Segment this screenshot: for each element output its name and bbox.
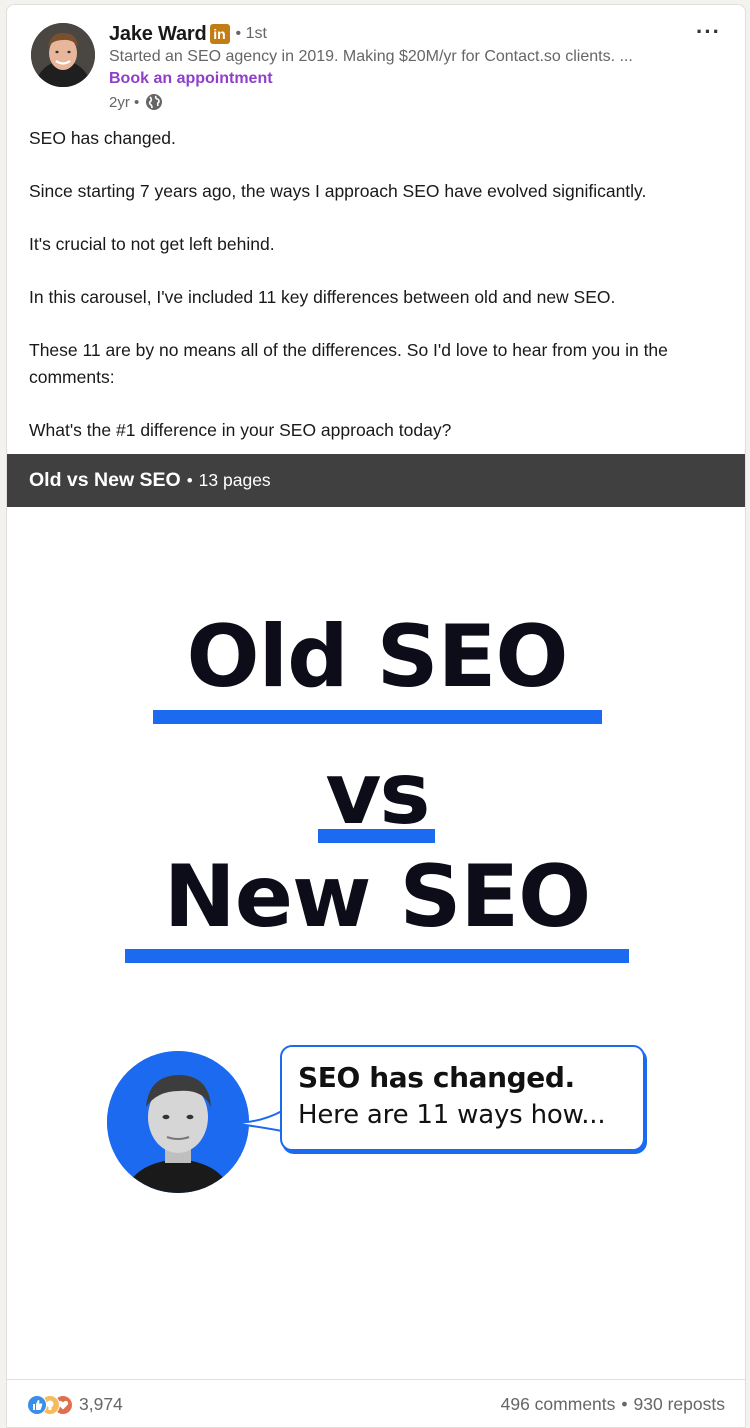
speech-bubble: SEO has changed. Here are 11 ways how...	[280, 1045, 645, 1151]
post-paragraph: SEO has changed.	[29, 128, 176, 148]
social-counts-bar: 3,974 496 comments • 930 reposts	[7, 1379, 745, 1427]
reposts-count-link[interactable]: 930 reposts	[634, 1394, 725, 1415]
globe-icon	[145, 93, 163, 111]
reaction-icons	[27, 1394, 75, 1415]
post-paragraph: What's the #1 difference in your SEO app…	[29, 419, 452, 440]
like-reaction-icon	[27, 1394, 47, 1415]
more-options-icon[interactable]: ···	[696, 19, 721, 45]
post-paragraph: These 11 are by no means all of the diff…	[29, 340, 668, 387]
author-avatar[interactable]	[31, 23, 95, 87]
author-name-row: Jake Ward in • 1st	[109, 21, 267, 47]
post-time: 2yr •	[109, 93, 140, 111]
slide-heading-old: Old SEO	[186, 607, 569, 707]
feed-post-card: Jake Ward in • 1st Started an SEO agency…	[6, 4, 746, 1428]
slide-author-photo	[107, 1051, 249, 1193]
slide-speaker-callout: SEO has changed. Here are 11 ways how...	[7, 1027, 745, 1207]
post-meta: 2yr •	[109, 93, 163, 111]
post-paragraph: It's crucial to not get left behind.	[29, 234, 275, 254]
post-paragraph: In this carousel, I've included 11 key d…	[29, 287, 616, 307]
bubble-subtitle: Here are 11 ways how...	[298, 1100, 606, 1130]
post-body: SEO has changed. Since starting 7 years …	[29, 125, 729, 443]
reactions-summary[interactable]: 3,974	[27, 1394, 123, 1415]
stats-separator: •	[621, 1394, 628, 1414]
document-separator: •	[186, 470, 193, 490]
document-header[interactable]: Old vs New SEO • 13 pages	[7, 454, 745, 507]
slide-underline-vs	[318, 829, 435, 843]
engagement-stats: 496 comments • 930 reposts	[501, 1394, 725, 1415]
reaction-count: 3,974	[79, 1394, 123, 1414]
author-headline: Started an SEO agency in 2019. Making $2…	[109, 48, 633, 65]
slide-underline-old	[153, 710, 602, 724]
bubble-title: SEO has changed.	[298, 1061, 575, 1094]
document-title: Old vs New SEO	[29, 469, 181, 491]
author-name[interactable]: Jake Ward	[109, 23, 207, 46]
carousel-slide[interactable]: Old SEO vs New SEO SEO has changed. Here…	[7, 507, 745, 1379]
post-paragraph: Since starting 7 years ago, the ways I a…	[29, 181, 647, 201]
connection-degree: • 1st	[235, 25, 267, 42]
linkedin-premium-icon: in	[209, 24, 230, 44]
document-page-count: 13 pages	[198, 470, 271, 490]
comments-count-link[interactable]: 496 comments	[501, 1394, 616, 1415]
book-appointment-link[interactable]: Book an appointment	[109, 70, 273, 88]
slide-underline-new	[125, 949, 629, 963]
slide-heading-new: New SEO	[163, 847, 592, 947]
